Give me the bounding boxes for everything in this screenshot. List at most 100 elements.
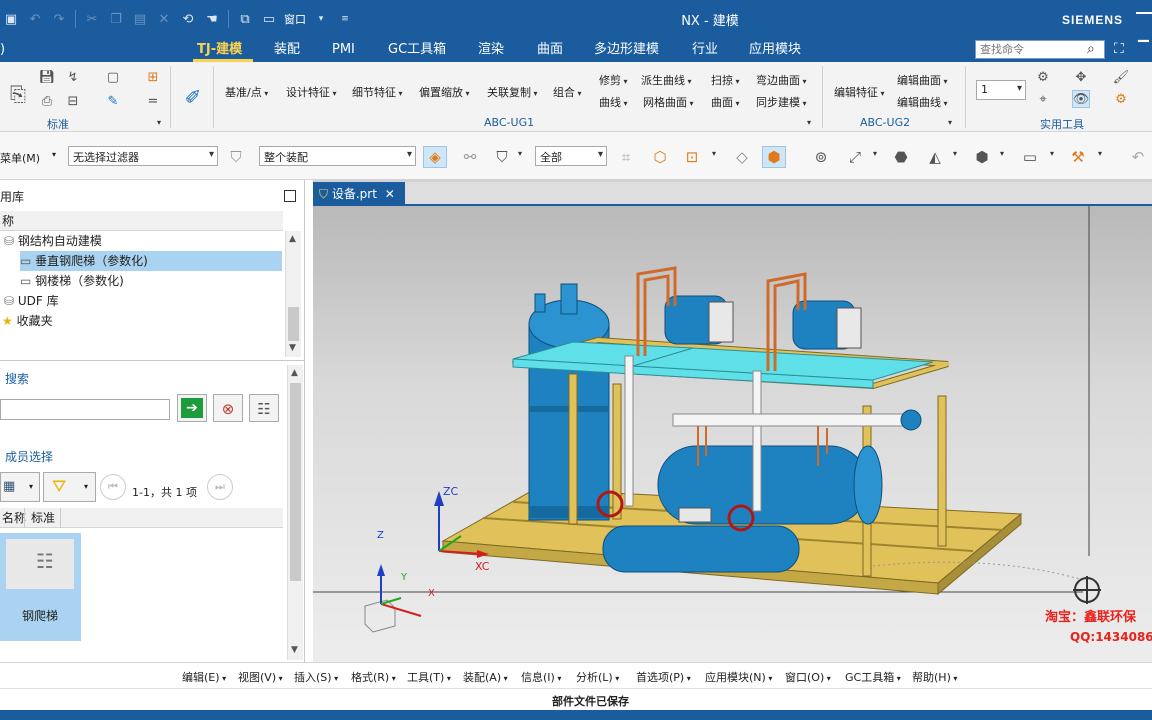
tab-polygon-modeling[interactable]: 多边形建模 [594,41,659,62]
move-icon[interactable]: ✥ [1072,68,1090,86]
column-standard-header[interactable]: 标准 [31,508,55,528]
chevron-down-icon[interactable]: ▾ [873,149,877,158]
graphics-window[interactable]: ⛉ 设备.prt ✕ ZC XC Z Y X [313,180,1152,662]
member-select-title[interactable]: 成员选择 [5,448,53,465]
menu-button[interactable]: 菜单(M) [0,150,40,166]
add-component-icon[interactable]: ⊞ [144,68,162,86]
chevron-down-icon[interactable]: ▾ [712,149,716,158]
menu-view[interactable]: 视图(V) [238,669,283,685]
menu-application[interactable]: 应用模块(N) [705,669,772,685]
chevron-down-icon[interactable]: ▾ [52,150,56,159]
chevron-down-icon[interactable]: ▾ [807,118,811,127]
undo-list-icon[interactable]: ↯ [64,68,82,86]
render-style-icon[interactable]: ◭ [923,146,947,168]
next-page-button[interactable]: ⏭ [207,474,233,500]
brush-icon[interactable]: 🖌︎ [1112,68,1130,86]
datum-point-menu[interactable]: 基准/点 [225,84,268,100]
wcs-icon[interactable]: ⌖ [1034,90,1052,108]
type-filter-select[interactable]: 无选择过滤器 [68,146,218,166]
chevron-down-icon[interactable]: ▾ [953,149,957,158]
chevron-up-icon[interactable]: ▲ [291,368,298,378]
mesh-surface-menu[interactable]: 网格曲面 [643,94,694,110]
blank-icon[interactable]: ▢ [104,68,122,86]
chevron-down-icon[interactable]: ▾ [948,118,952,127]
snap-point-icon[interactable]: ⌗ [614,146,638,168]
library-search-input[interactable] [0,399,170,420]
selection-scope-select[interactable]: 整个装配 [259,146,416,166]
equals-icon[interactable]: = [144,92,162,110]
tree-item-steel-stair[interactable]: ▭ 钢楼梯（参数化) [20,271,282,291]
view-section-icon[interactable]: ◇ [730,146,754,168]
wireframe-icon[interactable]: ⬢ [762,146,786,168]
member-item-ladder[interactable]: ☷ 钢爬梯 [0,533,81,641]
pen-icon[interactable]: ✎ [104,92,122,110]
save-icon[interactable]: 💾︎ [38,68,56,86]
menu-gc-toolbox[interactable]: GC工具箱 [845,669,901,685]
view-mode-button[interactable]: ▦ ▾ [0,472,40,502]
column-name-header[interactable]: 名称 [2,511,26,525]
close-icon[interactable]: ✕ [385,187,395,201]
open-icon[interactable]: ⊟ [64,92,82,110]
panel-scrollbar[interactable]: ▲ ▼ [287,365,303,660]
model-canvas[interactable]: ZC XC Z Y X [313,206,1152,662]
layer-settings-icon[interactable]: ⚙ [1034,68,1052,86]
surface-menu[interactable]: 曲面 [711,94,740,110]
tree-item-udf-library[interactable]: ⛁ UDF 库 [4,291,282,311]
chevron-down-icon[interactable]: ▾ [518,149,522,158]
shaded-icon[interactable]: ⬣ [889,146,913,168]
file-tab-stub[interactable]: ) [0,42,5,57]
view-orient-icon[interactable]: ⊚ [809,146,833,168]
select-body-icon[interactable]: ◈ [423,146,447,168]
search-section-title[interactable]: 搜索 [5,370,29,387]
select-feature-icon[interactable]: ⬡ [648,146,672,168]
menu-info[interactable]: 信息(I) [521,669,561,685]
fullscreen-icon[interactable]: ⛶ [1114,41,1124,57]
background-icon[interactable]: ▭ [1018,146,1042,168]
curve-menu[interactable]: 曲线 [599,94,628,110]
sketch-icon[interactable]: ✐ [180,84,206,110]
derived-curve-menu[interactable]: 派生曲线 [641,72,692,88]
chevron-down-icon[interactable]: ▼ [291,645,298,655]
command-search-input[interactable] [975,40,1105,59]
minimize-button[interactable] [1136,12,1152,14]
associative-copy-menu[interactable]: 关联复制 [487,84,538,100]
select-face-icon[interactable]: ⊡ [680,146,704,168]
filter-reset-icon[interactable]: ⛉ [224,146,248,168]
menu-format[interactable]: 格式(R) [351,669,396,685]
menu-preferences[interactable]: 首选项(P) [636,669,691,685]
menu-window[interactable]: 窗口(O) [785,669,831,685]
edit-feature-menu[interactable]: 编辑特征 [834,84,885,100]
menu-tools[interactable]: 工具(T) [407,669,451,685]
chevron-down-icon[interactable]: ▾ [1000,149,1004,158]
collapse-ribbon-icon[interactable]: ▔ [1138,41,1149,57]
print-icon[interactable]: ⎙ [38,92,56,110]
scroll-thumb[interactable] [290,383,301,581]
tab-industry[interactable]: 行业 [692,41,718,62]
chevron-down-icon[interactable]: ▼ [289,343,296,353]
trim-menu[interactable]: 修剪 [599,72,628,88]
search-go-button[interactable]: ➔ [177,394,207,422]
sweep-menu[interactable]: 扫掠 [711,72,740,88]
tab-pmi[interactable]: PMI [332,41,355,62]
tree-item-steel-structure[interactable]: ⛁ 钢结构自动建模 [4,231,282,251]
work-layer-select[interactable]: 1 [976,80,1026,100]
menu-help[interactable]: 帮助(H) [912,669,957,685]
settings-icon[interactable]: ⚙ [1112,90,1130,108]
sync-modeling-menu[interactable]: 同步建模 [756,94,807,110]
chevron-down-icon[interactable]: ▾ [1050,149,1054,158]
tab-gc-toolbox[interactable]: GC工具箱 [388,41,446,62]
menu-edit[interactable]: 编辑(E) [182,669,226,685]
new-file-icon[interactable]: ⎘ [6,82,30,106]
tree-scrollbar[interactable]: ▲ ▼ [285,231,301,357]
chevron-up-icon[interactable]: ▲ [289,234,296,244]
flange-surface-menu[interactable]: 弯边曲面 [756,72,807,88]
tab-surface[interactable]: 曲面 [537,41,563,62]
detail-feature-menu[interactable]: 细节特征 [352,84,403,100]
member-filter-button[interactable]: ⛛ ▾ [43,472,96,502]
fit-view-icon[interactable]: ⤢ [843,146,867,168]
iso-view-icon[interactable]: ⬢ [970,146,994,168]
chevron-down-icon[interactable]: ▾ [157,118,161,127]
tree-item-favorites[interactable]: ★ 收藏夹 [2,311,282,331]
combine-menu[interactable]: 组合 [553,84,582,100]
tree-item-vertical-ladder[interactable]: ▭ 垂直钢爬梯（参数化) [20,251,282,271]
